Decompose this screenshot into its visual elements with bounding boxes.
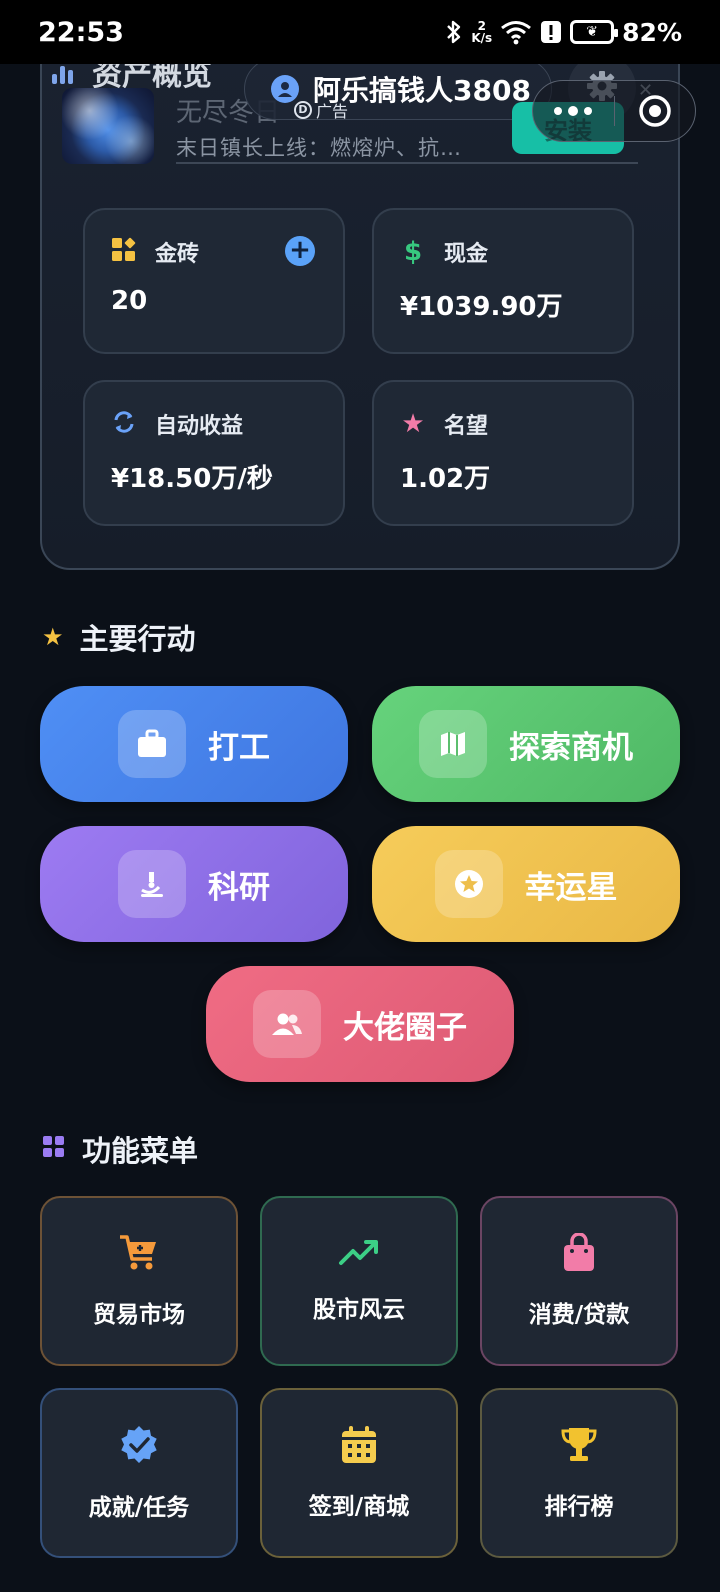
stat-reputation: ★ 名望 1.02万 — [372, 380, 634, 526]
stat-cash: $ 现金 ¥1039.90万 — [372, 208, 634, 354]
tycoon-circle-button[interactable]: 大佬圈子 — [206, 966, 514, 1082]
work-button[interactable]: 打工 — [40, 686, 348, 802]
bluetooth-icon — [445, 19, 463, 45]
main-actions-header: ★ 主要行动 — [42, 616, 196, 658]
menu-checkin-shop[interactable]: 签到/商城 — [260, 1388, 458, 1558]
cart-icon — [118, 1233, 160, 1277]
star-icon: ★ — [401, 409, 425, 439]
status-icons: 2 K/s ❦ 82% — [445, 18, 682, 47]
calendar-icon — [340, 1425, 378, 1469]
menu-leaderboard[interactable]: 排行榜 — [480, 1388, 678, 1558]
alert-icon — [540, 19, 562, 45]
battery-percent: 82% — [622, 17, 682, 47]
ad-logo-icon: D — [294, 101, 312, 119]
network-speed: 2 K/s — [471, 19, 493, 45]
status-time: 22:53 — [38, 16, 124, 48]
leaf-icon: ❦ — [586, 24, 599, 40]
ad-description[interactable]: 末日镇长上线：燃熔炉、抗… — [176, 132, 462, 162]
gold-bricks-value: 20 — [111, 286, 148, 316]
miniapp-capsule — [532, 80, 696, 142]
target-icon — [639, 95, 671, 127]
stat-gold-bricks: 金砖 + 20 — [83, 208, 345, 354]
ad-game-thumbnail[interactable] — [62, 88, 154, 164]
user-profile-pill[interactable]: 阿乐搞钱人3808 — [244, 58, 552, 120]
group-icon — [253, 990, 321, 1058]
shopping-bag-icon — [561, 1232, 597, 1277]
add-gold-button[interactable]: + — [285, 236, 315, 266]
dollar-icon: $ — [403, 237, 423, 267]
function-menu-title: 功能菜单 — [82, 1134, 199, 1168]
stat-auto-income: 自动收益 ¥18.50万/秒 — [83, 380, 345, 526]
star-badge-icon — [434, 850, 503, 918]
menu-stock-market[interactable]: 股市风云 — [260, 1196, 458, 1366]
grid-icon — [42, 1135, 66, 1163]
close-miniapp-button[interactable] — [615, 93, 696, 129]
briefcase-icon — [118, 710, 186, 778]
map-icon — [419, 710, 487, 778]
trend-icon — [338, 1238, 380, 1272]
ad-divider — [176, 162, 638, 164]
status-bar: 22:53 2 K/s ❦ 82% — [0, 0, 720, 64]
auto-income-value: ¥18.50万/秒 — [111, 464, 273, 494]
more-options-button[interactable] — [533, 106, 614, 116]
function-menu-header: 功能菜单 — [42, 1128, 198, 1170]
lucky-star-button[interactable]: 幸运星 — [372, 826, 680, 942]
refresh-icon — [111, 409, 137, 439]
battery-icon: ❦ — [570, 20, 619, 44]
wifi-icon — [500, 19, 532, 45]
trophy-icon — [559, 1425, 599, 1469]
cash-value: ¥1039.90万 — [400, 292, 563, 322]
research-button[interactable]: 科研 — [40, 826, 348, 942]
reputation-value: 1.02万 — [400, 464, 491, 494]
microscope-icon — [118, 850, 186, 918]
menu-achievements-tasks[interactable]: 成就/任务 — [40, 1388, 238, 1558]
menu-trade-market[interactable]: 贸易市场 — [40, 1196, 238, 1366]
menu-consume-loan[interactable]: 消费/贷款 — [480, 1196, 678, 1366]
verified-badge-icon — [118, 1424, 160, 1470]
explore-business-button[interactable]: 探索商机 — [372, 686, 680, 802]
main-actions-title: 主要行动 — [79, 622, 196, 656]
ad-tag: D 广告 — [294, 98, 348, 122]
gold-bricks-icon — [111, 237, 137, 267]
star-icon: ★ — [42, 623, 64, 651]
